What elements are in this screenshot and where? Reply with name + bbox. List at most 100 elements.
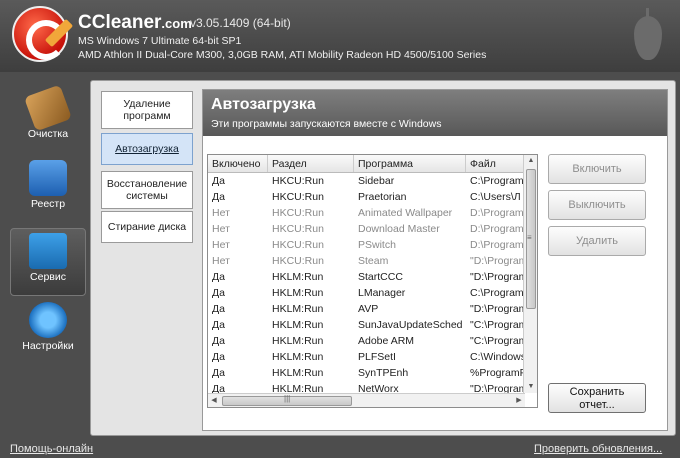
enable-button[interactable]: Включить: [548, 154, 646, 184]
os-info: MS Windows 7 Ultimate 64-bit SP1: [78, 35, 242, 47]
online-help-link[interactable]: Помощь-онлайн: [10, 443, 93, 455]
page-title: Автозагрузка: [211, 96, 316, 113]
scroll-right-arrow-icon[interactable]: ▶: [513, 394, 525, 407]
cell-program: Animated Wallpaper: [358, 207, 453, 219]
nav-cleaner[interactable]: Очистка: [10, 84, 86, 154]
grip-icon: |||: [284, 394, 291, 403]
tool-system-restore[interactable]: Восстановление системы: [101, 171, 193, 209]
table-row[interactable]: Нет HKCU:Run PSwitch D:\Program: [208, 237, 537, 253]
broom-icon: [23, 84, 73, 132]
cell-enabled: Да: [212, 287, 225, 299]
cell-file: "D:\Program: [470, 271, 524, 283]
cell-file: "D:\Program: [470, 303, 524, 315]
pear-logo-icon: [634, 8, 662, 60]
cell-section: HKCU:Run: [272, 255, 324, 267]
table-row[interactable]: Да HKLM:Run SynTPEnh %ProgramF: [208, 365, 537, 381]
cell-file: C:\Windows: [470, 351, 524, 363]
cell-enabled: Да: [212, 191, 225, 203]
table-row[interactable]: Да HKLM:Run PLFSetI C:\Windows: [208, 349, 537, 365]
cell-enabled: Да: [212, 303, 225, 315]
horizontal-scrollbar[interactable]: ◀ ||| ▶: [208, 393, 525, 407]
nav-registry-label: Реестр: [30, 198, 66, 210]
version-label: v3.05.1409 (64-bit): [190, 16, 291, 30]
col-section[interactable]: Раздел: [268, 155, 354, 172]
cell-section: HKLM:Run: [272, 287, 324, 299]
disable-button[interactable]: Выключить: [548, 190, 646, 220]
cell-section: HKLM:Run: [272, 271, 324, 283]
toolbox-icon: [29, 233, 67, 269]
table-header: Включено Раздел Программа Файл: [208, 155, 537, 173]
save-report-button[interactable]: Сохранить отчет...: [548, 383, 646, 413]
main-panel: Удаление программ Автозагрузка Восстанов…: [90, 80, 676, 436]
cell-file: "C:\Program: [470, 335, 524, 347]
table-row[interactable]: Да HKLM:Run SunJavaUpdateSched "C:\Program: [208, 317, 537, 333]
scroll-up-arrow-icon[interactable]: ▲: [524, 155, 537, 167]
vertical-scrollbar[interactable]: ▲ ≡ ▼: [523, 155, 537, 393]
content-header: Автозагрузка Эти программы запускаются в…: [203, 90, 667, 136]
cell-section: HKCU:Run: [272, 207, 324, 219]
tool-drive-wiper[interactable]: Стирание диска: [101, 211, 193, 243]
col-enabled[interactable]: Включено: [208, 155, 268, 172]
table-row[interactable]: Да HKLM:Run Adobe ARM "C:\Program: [208, 333, 537, 349]
cell-enabled: Да: [212, 351, 225, 363]
page-subtitle: Эти программы запускаются вместе с Windo…: [211, 118, 442, 130]
cell-program: Praetorian: [358, 191, 407, 203]
nav-cleaner-label: Очистка: [27, 128, 69, 140]
cell-section: HKLM:Run: [272, 367, 324, 379]
cell-file: "D:\Program: [470, 255, 524, 267]
col-program[interactable]: Программа: [354, 155, 466, 172]
startup-table: Включено Раздел Программа Файл Да HKCU:Ru…: [207, 154, 538, 408]
cell-section: HKLM:Run: [272, 351, 324, 363]
cell-enabled: Да: [212, 319, 225, 331]
cell-section: HKCU:Run: [272, 239, 324, 251]
scroll-down-arrow-icon[interactable]: ▼: [524, 381, 537, 393]
delete-button[interactable]: Удалить: [548, 226, 646, 256]
cell-program: StartCCC: [358, 271, 403, 283]
tool-uninstall[interactable]: Удаление программ: [101, 91, 193, 129]
nav-options-label: Настройки: [22, 340, 74, 352]
save-report-label-2: отчет...: [579, 399, 615, 411]
registry-cubes-icon: [29, 160, 67, 196]
nav-registry[interactable]: Реестр: [10, 156, 86, 224]
cell-file: C:\Program: [470, 287, 524, 299]
table-row[interactable]: Да HKCU:Run Sidebar C:\Program: [208, 173, 537, 189]
cell-section: HKLM:Run: [272, 303, 324, 315]
cell-section: HKLM:Run: [272, 319, 324, 331]
scroll-left-arrow-icon[interactable]: ◀: [208, 394, 220, 407]
cell-enabled: Нет: [212, 255, 230, 267]
cell-file: C:\Users\Л: [470, 191, 521, 203]
cell-enabled: Нет: [212, 207, 230, 219]
table-row[interactable]: Нет HKCU:Run Steam "D:\Program: [208, 253, 537, 269]
cell-program: Adobe ARM: [358, 335, 415, 347]
cell-program: PLFSetI: [358, 351, 396, 363]
save-report-label-1: Сохранить: [569, 386, 625, 398]
cell-program: SynTPEnh: [358, 367, 409, 379]
cell-enabled: Да: [212, 367, 225, 379]
nav-options[interactable]: Настройки: [10, 298, 86, 366]
cell-file: D:\Program: [470, 207, 524, 219]
cell-enabled: Да: [212, 175, 225, 187]
cell-program: AVP: [358, 303, 379, 315]
cell-section: HKCU:Run: [272, 191, 324, 203]
table-row[interactable]: Нет HKCU:Run Animated Wallpaper D:\Program: [208, 205, 537, 221]
cell-enabled: Да: [212, 335, 225, 347]
table-row[interactable]: Да HKLM:Run LManager C:\Program: [208, 285, 537, 301]
nav-tools[interactable]: Сервис: [10, 228, 86, 296]
cell-file: D:\Program: [470, 223, 524, 235]
cell-file: "C:\Program: [470, 319, 524, 331]
check-updates-link[interactable]: Проверить обновления...: [534, 443, 662, 455]
app-header: CCleaner.com v3.05.1409 (64-bit) MS Wind…: [0, 0, 680, 72]
cell-program: Sidebar: [358, 175, 395, 187]
cell-section: HKCU:Run: [272, 175, 324, 187]
app-title: CCleaner.com: [78, 12, 192, 33]
table-row[interactable]: Да HKLM:Run AVP "D:\Program: [208, 301, 537, 317]
table-row[interactable]: Да HKLM:Run StartCCC "D:\Program: [208, 269, 537, 285]
cell-file: D:\Program: [470, 239, 524, 251]
cell-enabled: Нет: [212, 239, 230, 251]
tool-startup[interactable]: Автозагрузка: [101, 133, 193, 165]
col-file[interactable]: Файл: [466, 155, 524, 172]
nav-tools-label: Сервис: [30, 271, 66, 283]
table-row[interactable]: Да HKCU:Run Praetorian C:\Users\Л: [208, 189, 537, 205]
startup-content: Автозагрузка Эти программы запускаются в…: [202, 89, 668, 431]
table-row[interactable]: Нет HKCU:Run Download Master D:\Program: [208, 221, 537, 237]
